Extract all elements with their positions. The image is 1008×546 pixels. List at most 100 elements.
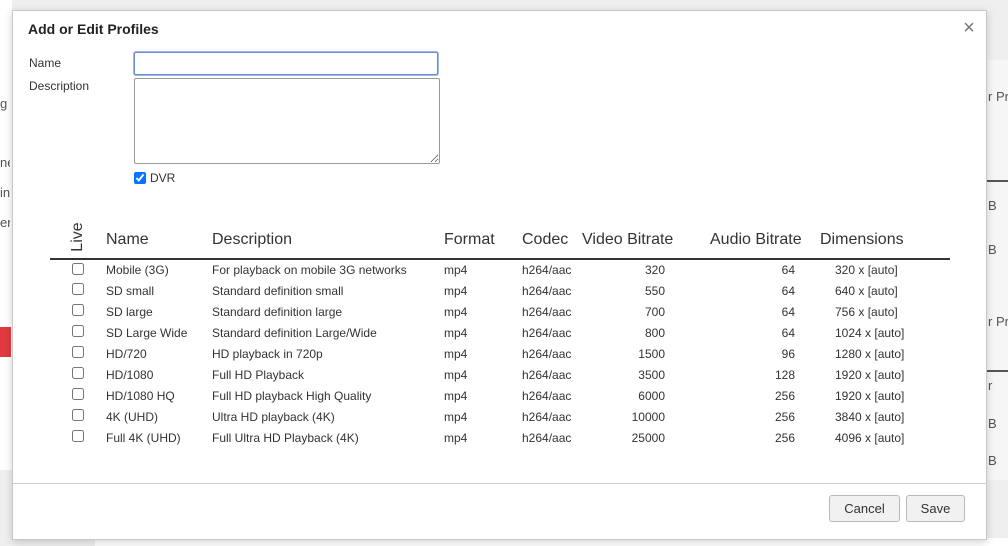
table-row: Full 4K (UHD) Full Ultra HD Playback (4K)… [50, 427, 950, 448]
live-cell [50, 322, 106, 343]
background-divider [987, 370, 1008, 372]
background-active-marker [0, 327, 11, 357]
background-sidebar [0, 0, 12, 470]
live-cell [50, 364, 106, 385]
profile-name-cell: HD/1080 HQ [106, 388, 175, 403]
live-cell [50, 301, 106, 322]
profile-format-cell: mp4 [444, 367, 468, 382]
profile-format-cell: mp4 [444, 409, 468, 424]
column-header-audio-bitrate[interactable]: Audio Bitrate [675, 211, 805, 260]
profile-audio-bitrate-cell: 64 [781, 325, 795, 340]
live-cell [50, 385, 106, 406]
background-text: B [988, 416, 997, 431]
profile-audio-bitrate-cell: 256 [774, 430, 795, 445]
profile-description-cell: HD playback in 720p [212, 346, 323, 361]
live-cell [50, 280, 106, 301]
profile-dimensions-cell: 1024 x [auto] [835, 325, 905, 340]
profile-name-cell: Full 4K (UHD) [106, 430, 181, 445]
profiles-table-wrap: Live Name Description Format Codec Video… [50, 211, 950, 448]
profile-video-bitrate-cell: 700 [644, 304, 665, 319]
profile-codec-cell: h264/aac [522, 409, 572, 424]
background-divider [987, 180, 1008, 182]
live-checkbox[interactable] [72, 262, 84, 275]
profile-description-cell: Standard definition large [212, 304, 343, 319]
close-icon[interactable]: × [960, 18, 978, 38]
profile-dimensions-cell: 1920 x [auto] [835, 367, 905, 382]
dvr-checkbox[interactable] [134, 172, 146, 184]
column-header-live[interactable]: Live [50, 211, 106, 260]
profile-audio-bitrate-cell: 64 [781, 283, 795, 298]
column-header-name[interactable]: Name [106, 211, 202, 260]
profile-video-bitrate-cell: 1500 [638, 346, 665, 361]
name-input[interactable] [134, 52, 438, 75]
profile-dimensions-cell: 320 x [auto] [835, 263, 898, 277]
profile-audio-bitrate-cell: 64 [781, 304, 795, 319]
description-label: Description [29, 79, 90, 93]
live-checkbox[interactable] [72, 409, 84, 421]
live-cell [50, 427, 106, 448]
profiles-table: Live Name Description Format Codec Video… [50, 211, 950, 448]
live-checkbox[interactable] [72, 388, 84, 400]
profile-codec-cell: h264/aac [522, 304, 572, 319]
profile-dimensions-cell: 1920 x [auto] [835, 388, 905, 403]
profile-format-cell: mp4 [444, 346, 468, 361]
column-header-dimensions[interactable]: Dimensions [805, 211, 950, 260]
profile-video-bitrate-cell: 550 [644, 283, 665, 298]
table-row: Mobile (3G) For playback on mobile 3G net… [50, 259, 950, 280]
table-row: 4K (UHD) Ultra HD playback (4K) mp4 h264/aa… [50, 406, 950, 427]
dvr-label: DVR [150, 171, 176, 185]
live-checkbox[interactable] [72, 283, 84, 295]
column-header-video-bitrate[interactable]: Video Bitrate [582, 211, 675, 260]
background-text: B [988, 242, 997, 257]
profile-audio-bitrate-cell: 256 [774, 409, 795, 424]
profile-name-cell: SD Large Wide [106, 325, 188, 340]
background-text: r [988, 378, 993, 393]
profile-dimensions-cell: 756 x [auto] [835, 304, 898, 319]
profile-audio-bitrate-cell: 96 [781, 346, 795, 361]
profile-description-cell: For playback on mobile 3G networks [212, 263, 407, 277]
profile-description-cell: Standard definition small [212, 283, 344, 298]
footer-divider [13, 483, 986, 484]
profile-format-cell: mp4 [444, 304, 468, 319]
profiles-dialog: Add or Edit Profiles × Name Description … [12, 10, 987, 540]
live-checkbox[interactable] [72, 367, 84, 379]
profile-format-cell: mp4 [444, 325, 468, 340]
profile-format-cell: mp4 [444, 263, 468, 277]
description-textarea[interactable] [134, 78, 440, 164]
table-row: HD/1080 Full HD Playback mp4 h264/aac 3500 12… [50, 364, 950, 385]
live-checkbox[interactable] [72, 325, 84, 337]
profile-video-bitrate-cell: 800 [644, 325, 665, 340]
column-header-codec[interactable]: Codec [512, 211, 582, 260]
profile-video-bitrate-cell: 10000 [631, 409, 665, 424]
profile-name-cell: HD/720 [106, 346, 147, 361]
profile-video-bitrate-cell: 6000 [638, 388, 665, 403]
profile-name-cell: HD/1080 [106, 367, 154, 382]
profile-description-cell: Full HD Playback [212, 367, 305, 382]
dialog-title: Add or Edit Profiles [28, 21, 159, 37]
cancel-button[interactable]: Cancel [829, 495, 900, 522]
live-checkbox[interactable] [72, 346, 84, 358]
profile-name-cell: Mobile (3G) [106, 263, 169, 277]
table-row: HD/1080 HQ Full HD playback High Quality m… [50, 385, 950, 406]
live-cell [50, 259, 106, 280]
column-header-description[interactable]: Description [202, 211, 434, 260]
profile-dimensions-cell: 4096 x [auto] [835, 430, 905, 445]
live-checkbox[interactable] [72, 430, 84, 442]
column-header-format[interactable]: Format [434, 211, 512, 260]
save-button[interactable]: Save [906, 495, 965, 522]
profile-video-bitrate-cell: 3500 [638, 367, 665, 382]
profile-dimensions-cell: 1280 x [auto] [835, 346, 905, 361]
dvr-option[interactable]: DVR [132, 171, 175, 185]
profile-audio-bitrate-cell: 256 [774, 388, 795, 403]
profile-dimensions-cell: 3840 x [auto] [835, 409, 905, 424]
profile-codec-cell: h264/aac [522, 283, 572, 298]
live-checkbox[interactable] [72, 304, 84, 316]
live-cell [50, 343, 106, 364]
profile-audio-bitrate-cell: 128 [774, 367, 795, 382]
table-row: SD large Standard definition large mp4 h264… [50, 301, 950, 322]
profile-name-cell: SD small [106, 283, 155, 298]
profile-format-cell: mp4 [444, 388, 468, 403]
profile-codec-cell: h264/aac [522, 388, 572, 403]
profile-video-bitrate-cell: 25000 [631, 430, 665, 445]
profile-codec-cell: h264/aac [522, 346, 572, 361]
